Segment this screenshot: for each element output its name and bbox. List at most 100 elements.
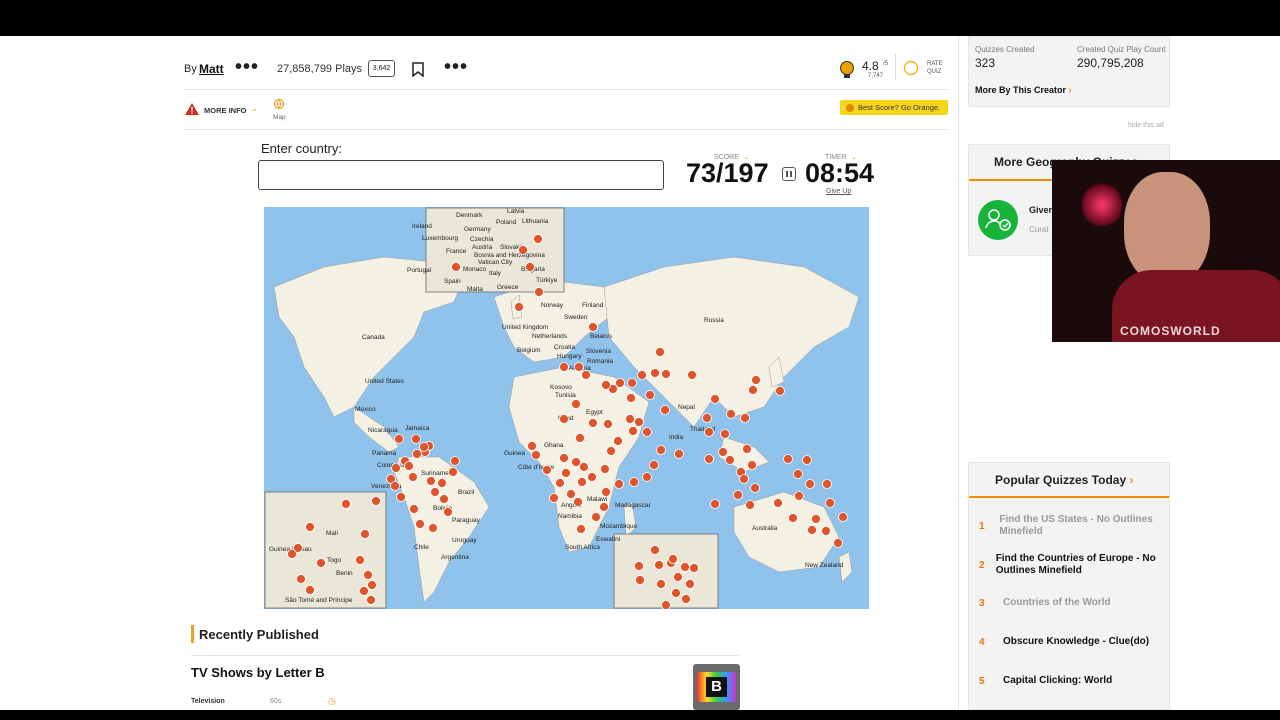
unanswered-pin-icon xyxy=(725,455,735,465)
unanswered-pin-icon xyxy=(542,465,552,475)
quizzes-created-value: 323 xyxy=(975,56,996,70)
unanswered-pin-icon xyxy=(448,467,458,477)
more-geo-item-sub: Curat xyxy=(1029,225,1049,234)
map-icon[interactable] xyxy=(273,98,285,110)
popular-item[interactable]: 5 Capital Clicking: World xyxy=(979,675,1169,687)
unanswered-pin-icon xyxy=(783,454,793,464)
map-label-denmark: Denmark xyxy=(456,212,483,219)
map-label-poland: Poland xyxy=(496,219,517,226)
rating-value: 4.8 xyxy=(862,59,879,73)
score-value: 73/197 xyxy=(686,158,769,188)
map-label-guinea: Guinea xyxy=(504,450,525,457)
map-label-sweden: Sweden xyxy=(564,314,588,321)
unanswered-pin-icon xyxy=(591,512,601,522)
unanswered-pin-icon xyxy=(687,370,697,380)
more-by-creator-link[interactable]: More By This Creator › xyxy=(975,85,1072,95)
unanswered-pin-icon xyxy=(802,455,812,465)
unanswered-pin-icon xyxy=(671,588,681,598)
recent-heading: Recently Published xyxy=(199,627,319,642)
unanswered-pin-icon xyxy=(660,405,670,415)
more-geo-item-title[interactable]: Given xyxy=(1029,205,1054,215)
unanswered-pin-icon xyxy=(740,413,750,423)
unanswered-pin-icon xyxy=(363,570,373,580)
rate-label-2: QUIZ xyxy=(927,69,942,75)
unanswered-pin-icon xyxy=(577,477,587,487)
unanswered-pin-icon xyxy=(576,524,586,534)
map-label-italy: Italy xyxy=(489,270,502,277)
unanswered-pin-icon xyxy=(606,446,616,456)
hide-ad-link[interactable]: hide this ad xyxy=(1128,122,1164,129)
map-label-nicaragua: Nicaragua xyxy=(368,427,398,434)
shirt-text: COMOSWORLD xyxy=(1120,324,1221,338)
unanswered-pin-icon xyxy=(533,234,543,244)
unanswered-pin-icon xyxy=(534,287,544,297)
popular-item[interactable]: 4 Obscure Knowledge - Clue(do) xyxy=(979,636,1169,648)
answer-input[interactable] xyxy=(258,160,664,190)
recent-item-title[interactable]: TV Shows by Letter B xyxy=(191,665,325,680)
comments-button[interactable]: 3,642 xyxy=(368,60,395,77)
unanswered-pin-icon xyxy=(661,369,671,379)
map-label-slovenia: Slovenia xyxy=(586,348,611,355)
unanswered-pin-icon xyxy=(822,479,832,489)
unanswered-pin-icon xyxy=(742,444,752,454)
popular-item[interactable]: 3 Countries of the World xyxy=(979,597,1169,609)
unanswered-pin-icon xyxy=(514,302,524,312)
unanswered-pin-icon xyxy=(437,478,447,488)
unanswered-pin-icon xyxy=(626,393,636,403)
unanswered-pin-icon xyxy=(599,502,609,512)
unanswered-pin-icon xyxy=(341,499,351,509)
unanswered-pin-icon xyxy=(655,347,665,357)
unanswered-pin-icon xyxy=(394,434,404,444)
chevron-down-icon[interactable]: ⌄ xyxy=(251,104,258,113)
unanswered-pin-icon xyxy=(625,414,635,424)
unanswered-pin-icon xyxy=(305,585,315,595)
unanswered-pin-icon xyxy=(566,489,576,499)
unanswered-pin-icon xyxy=(601,380,611,390)
quizzes-created-label: Quizzes Created xyxy=(975,45,1035,54)
unanswered-pin-icon xyxy=(559,414,569,424)
map-label-ireland: Ireland xyxy=(412,223,432,230)
section-accent xyxy=(191,625,194,643)
unanswered-pin-icon xyxy=(629,477,639,487)
bookmark-icon[interactable] xyxy=(412,62,424,77)
author-more-icon[interactable]: ••• xyxy=(235,57,259,77)
best-score-badge[interactable]: Best Score? Go Orange. xyxy=(840,100,948,115)
unanswered-pin-icon xyxy=(443,507,453,517)
prompt-label: Enter country: xyxy=(261,141,342,156)
map-label-panama: Panama xyxy=(372,450,397,457)
unanswered-pin-icon xyxy=(600,464,610,474)
unanswered-pin-icon xyxy=(718,447,728,457)
popular-item[interactable]: 1 Find the US States - No Outlines Minefi… xyxy=(979,514,1169,538)
creator-stats-box: Quizzes Created 323 Created Quiz Play Co… xyxy=(968,36,1170,107)
unanswered-pin-icon xyxy=(359,586,369,596)
accent-line xyxy=(969,496,1169,498)
rate-quiz-icon[interactable] xyxy=(903,60,919,78)
recent-item-thumbnail[interactable]: B xyxy=(693,664,740,710)
map-label-malta: Malta xyxy=(467,286,483,293)
unanswered-pin-icon xyxy=(685,579,695,589)
clock-icon: ◷ xyxy=(328,696,336,706)
unanswered-pin-icon xyxy=(825,498,835,508)
quiz-more-icon[interactable]: ••• xyxy=(444,57,468,77)
map-label-southafrica: South Africa xyxy=(565,544,600,551)
world-map[interactable]: Denmark Latvia Lithuania Poland Ireland Germa… xyxy=(264,207,869,609)
map-label-germany: Germany xyxy=(464,226,491,233)
comments-count: 3,642 xyxy=(372,65,391,72)
pause-button[interactable] xyxy=(782,167,796,181)
map-label-nepal: Nepal xyxy=(678,404,696,411)
unanswered-pin-icon xyxy=(287,549,297,559)
more-info-button[interactable]: MORE INFO xyxy=(204,106,247,115)
unanswered-pin-icon xyxy=(571,399,581,409)
map-label-eswatini: Eswatini xyxy=(596,536,620,543)
unanswered-pin-icon xyxy=(450,456,460,466)
map-label-mozambique: Mozambique xyxy=(600,523,638,530)
give-up-link[interactable]: Give Up xyxy=(826,188,851,195)
map-label-us: United States xyxy=(365,378,405,385)
quiz-thumbnail-icon[interactable] xyxy=(978,200,1018,240)
author-link[interactable]: Matt xyxy=(199,62,224,76)
map-label-jamaica: Jamaica xyxy=(405,425,430,432)
unanswered-pin-icon xyxy=(628,426,638,436)
popular-item[interactable]: 2 Find the Countries of Europe - No Outli… xyxy=(979,553,1169,577)
map-label-mali: Mali xyxy=(326,530,338,537)
unanswered-pin-icon xyxy=(561,468,571,478)
